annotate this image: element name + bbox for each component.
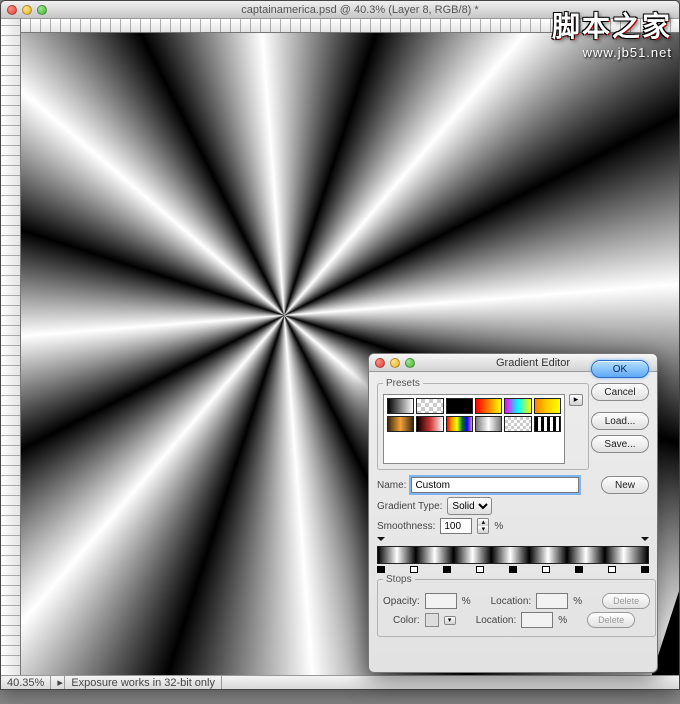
pct-label: % xyxy=(494,521,503,532)
color-swatch[interactable] xyxy=(425,613,439,627)
delete-color-stop-button[interactable]: Delete xyxy=(587,612,635,628)
pct-label: % xyxy=(462,596,471,607)
preset-swatch[interactable] xyxy=(387,398,414,414)
color-stop[interactable] xyxy=(608,564,616,572)
minimize-icon[interactable] xyxy=(22,5,32,15)
preset-swatch[interactable] xyxy=(416,398,443,414)
preset-swatch[interactable] xyxy=(446,416,473,432)
gradient-type-label: Gradient Type: xyxy=(377,501,442,512)
watermark-url: www.jb51.net xyxy=(552,45,672,60)
color-stop[interactable] xyxy=(542,564,550,572)
dialog-body: Presets ▸ Name: New Gradient Typ xyxy=(369,372,657,649)
color-stop[interactable] xyxy=(410,564,418,572)
status-bar: 40.35% ▸ Exposure works in 32-bit only xyxy=(1,675,679,689)
status-zoom[interactable]: 40.35% xyxy=(1,676,51,689)
zoom-icon[interactable] xyxy=(37,5,47,15)
preset-swatch[interactable] xyxy=(504,416,531,432)
preset-swatch[interactable] xyxy=(475,398,502,414)
status-info[interactable]: Exposure works in 32-bit only xyxy=(65,676,222,689)
presets-label: Presets xyxy=(383,378,423,389)
smoothness-label: Smoothness: xyxy=(377,521,435,532)
color-stop[interactable] xyxy=(476,564,484,572)
color-label: Color: xyxy=(393,615,420,626)
smoothness-input[interactable] xyxy=(440,518,472,534)
color-stop[interactable] xyxy=(377,564,385,572)
stops-label: Stops xyxy=(383,574,415,585)
dialog-window-controls xyxy=(375,358,415,368)
presets-flyout-icon[interactable]: ▸ xyxy=(569,394,583,406)
ruler-vertical[interactable] xyxy=(1,19,21,675)
minimize-icon[interactable] xyxy=(390,358,400,368)
preset-swatch[interactable] xyxy=(534,398,561,414)
pct-label: % xyxy=(573,596,582,607)
opacity-location-input[interactable] xyxy=(536,593,568,609)
status-icon[interactable]: ▸ xyxy=(51,676,65,689)
zoom-icon[interactable] xyxy=(405,358,415,368)
gradient-preview[interactable] xyxy=(377,546,649,564)
preset-swatch[interactable] xyxy=(504,398,531,414)
color-stop[interactable] xyxy=(509,564,517,572)
preset-grid xyxy=(383,394,565,464)
gradient-name-input[interactable] xyxy=(411,477,579,493)
watermark: 脚本之家 www.jb51.net xyxy=(552,5,672,60)
smoothness-stepper[interactable]: ▴▾ xyxy=(477,518,489,534)
color-stop[interactable] xyxy=(443,564,451,572)
preset-swatch[interactable] xyxy=(534,416,561,432)
pct-label: % xyxy=(558,615,567,626)
location-label: Location: xyxy=(491,596,532,607)
color-stop[interactable] xyxy=(641,564,649,572)
window-controls xyxy=(7,5,47,15)
color-stop[interactable] xyxy=(575,564,583,572)
location-label: Location: xyxy=(476,615,517,626)
new-button[interactable]: New xyxy=(601,476,649,494)
opacity-label: Opacity: xyxy=(383,596,420,607)
watermark-text: 脚本之家 xyxy=(552,5,672,45)
close-icon[interactable] xyxy=(7,5,17,15)
gradient-type-select[interactable]: Solid xyxy=(447,497,492,515)
gradient-editor-dialog: Gradient Editor OK Cancel Load... Save..… xyxy=(368,353,658,673)
delete-opacity-stop-button[interactable]: Delete xyxy=(602,593,650,609)
preset-swatch[interactable] xyxy=(416,416,443,432)
opacity-stop[interactable] xyxy=(377,538,385,546)
close-icon[interactable] xyxy=(375,358,385,368)
color-location-input[interactable] xyxy=(521,612,553,628)
color-picker-flyout-icon[interactable]: ▾ xyxy=(444,616,456,625)
presets-fieldset: Presets ▸ xyxy=(377,378,589,470)
opacity-input[interactable] xyxy=(425,593,457,609)
gradient-bar[interactable] xyxy=(377,538,649,572)
opacity-stop[interactable] xyxy=(641,538,649,546)
preset-swatch[interactable] xyxy=(387,416,414,432)
stops-fieldset: Stops Opacity: % Location: % Delete Colo… xyxy=(377,574,656,637)
preset-swatch[interactable] xyxy=(446,398,473,414)
preset-swatch[interactable] xyxy=(475,416,502,432)
name-label: Name: xyxy=(377,480,406,491)
